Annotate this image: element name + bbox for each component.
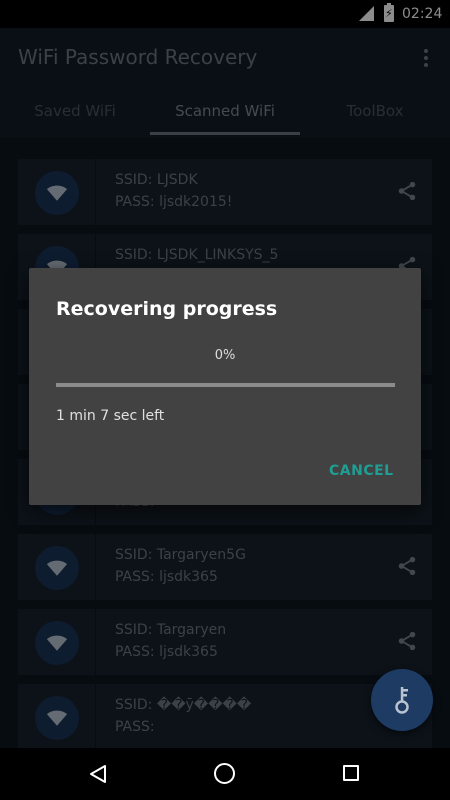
home-icon[interactable] bbox=[214, 763, 235, 784]
progress-percent: 0% bbox=[214, 348, 236, 363]
key-fab-button[interactable] bbox=[371, 669, 433, 731]
progress-dialog: Recovering progress 0% 1 min 7 sec left … bbox=[29, 268, 421, 505]
navigation-bar bbox=[0, 748, 450, 800]
recents-icon[interactable] bbox=[343, 765, 359, 781]
back-icon[interactable] bbox=[88, 764, 108, 788]
key-icon bbox=[395, 687, 409, 714]
time-remaining: 1 min 7 sec left bbox=[56, 408, 165, 424]
dialog-title: Recovering progress bbox=[56, 298, 278, 320]
progress-bar bbox=[56, 383, 395, 387]
cancel-button[interactable]: CANCEL bbox=[329, 463, 394, 479]
